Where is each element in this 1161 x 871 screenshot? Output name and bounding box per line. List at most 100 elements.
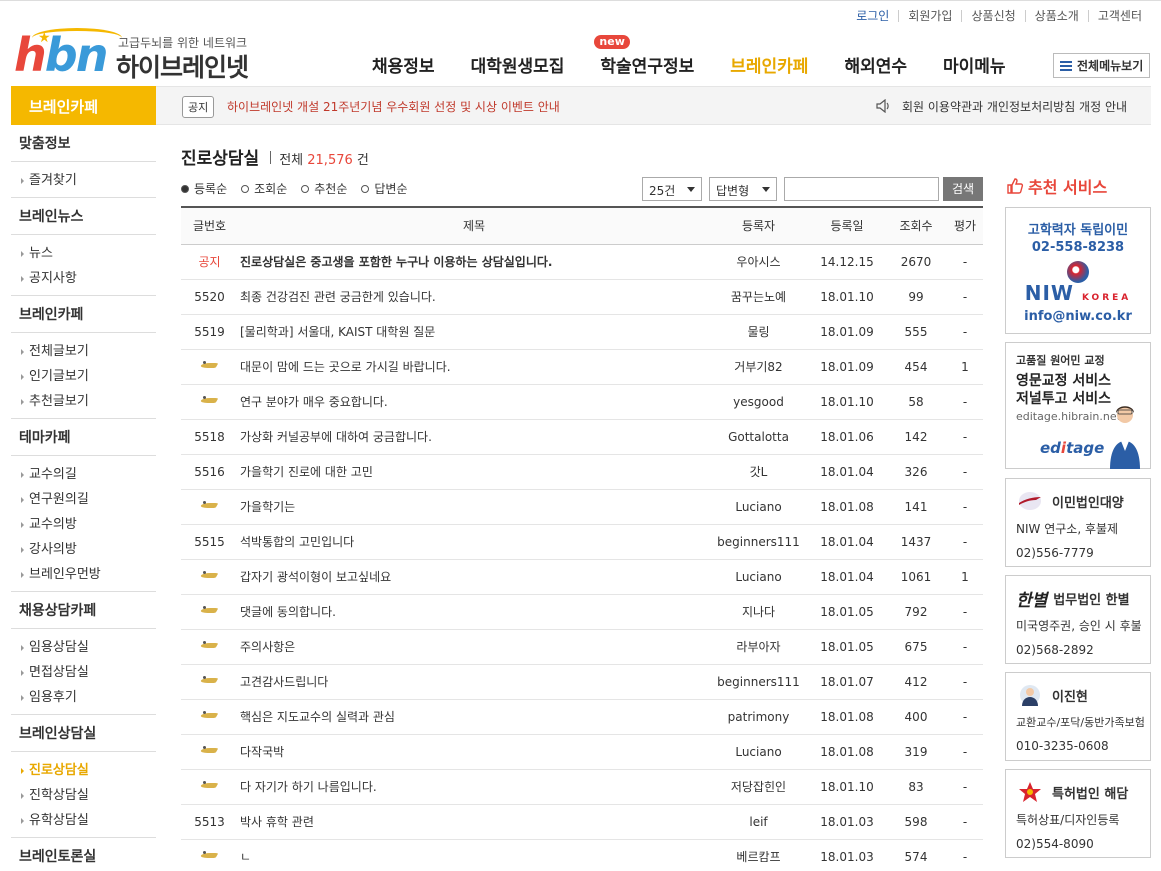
sidebar-item-appointment-counsel[interactable]: 임용상담실 bbox=[19, 635, 156, 660]
product-apply-link[interactable]: 상품신청 bbox=[961, 10, 1024, 22]
reply-row[interactable]: 다 자기가 하기 나름입니다. 저당잡힌인 18.01.10 83 - bbox=[181, 769, 983, 805]
product-intro-link[interactable]: 상품소개 bbox=[1024, 10, 1088, 22]
post-title-text[interactable]: 가을학기 진로에 대한 고민 bbox=[240, 465, 373, 479]
post-title-text[interactable]: 댓글에 동의합니다. bbox=[240, 605, 336, 619]
post-title-text[interactable]: 연구 분야가 매우 중요합니다. bbox=[240, 395, 388, 409]
post-title-text[interactable]: ㄴ bbox=[240, 850, 251, 864]
sidebar-item-interview-counsel[interactable]: 면접상담실 bbox=[19, 660, 156, 685]
reply-row[interactable]: 다작국박 Luciano 18.01.08 319 - bbox=[181, 734, 983, 770]
table-row[interactable]: 5513 박사 휴학 관련 leif 18.01.03 598 - bbox=[181, 804, 983, 840]
customer-center-link[interactable]: 고객센터 bbox=[1087, 10, 1151, 22]
login-link[interactable]: 로그인 bbox=[847, 10, 898, 22]
sort-by-answers[interactable]: 답변순 bbox=[361, 180, 408, 197]
nav-jobs[interactable]: 채용정보 bbox=[372, 52, 435, 77]
sidebar-item-news[interactable]: 뉴스 bbox=[19, 241, 156, 266]
post-title-text[interactable]: 박사 휴학 관련 bbox=[240, 815, 314, 829]
reply-row[interactable]: 연구 분야가 매우 중요합니다. yesgood 18.01.10 58 - bbox=[181, 384, 983, 420]
reply-row[interactable]: 대문이 맘에 드는 곳으로 가시길 바랍니다. 거부기82 18.01.09 454 1 bbox=[181, 349, 983, 385]
post-title-text[interactable]: 주의사항은 bbox=[240, 640, 295, 654]
sidebar-item-brainwoman-room[interactable]: 브레인우먼방 bbox=[19, 562, 156, 587]
notice-row[interactable]: 공지 진로상담실은 중고생을 포함한 누구나 이용하는 상담실입니다. 우아시스 14… bbox=[181, 244, 983, 280]
page-size-select[interactable]: 25건 bbox=[642, 177, 702, 201]
sidebar-item-all-posts[interactable]: 전체글보기 bbox=[19, 339, 156, 364]
post-title-text[interactable]: 최종 건강검진 관련 궁금한게 있습니다. bbox=[240, 290, 436, 304]
ad-daeyang[interactable]: 이민법인대양 NIW 연구소, 후불제 02)556-7779 bbox=[1005, 478, 1151, 567]
radio[interactable] bbox=[241, 184, 250, 193]
post-title[interactable]: [물리학과] 서울대, KAIST 대학원 질문 bbox=[238, 314, 708, 350]
sidebar-item-favorites[interactable]: 즐겨찾기 bbox=[19, 168, 156, 193]
post-title-text[interactable]: 고견감사드립니다 bbox=[240, 675, 328, 689]
sidebar-item-notices[interactable]: 공지사항 bbox=[19, 266, 156, 291]
nav-research-info[interactable]: new 학술연구정보 bbox=[594, 35, 694, 77]
post-title-text[interactable]: 대문이 맘에 드는 곳으로 가시길 바랍니다. bbox=[240, 360, 451, 374]
post-title[interactable]: 주의사항은 bbox=[238, 629, 708, 665]
post-title-text[interactable]: 다 자기가 하기 나름입니다. bbox=[240, 780, 377, 794]
post-title-text[interactable]: 진로상담실은 중고생을 포함한 누구나 이용하는 상담실입니다. bbox=[240, 255, 553, 269]
radio[interactable] bbox=[361, 184, 370, 193]
notice-link[interactable]: 하이브레인넷 개설 21주년기념 우수회원 선정 및 시상 이벤트 안내 bbox=[227, 98, 560, 115]
search-input[interactable] bbox=[784, 177, 939, 201]
post-title[interactable]: 고견감사드립니다 bbox=[238, 664, 708, 700]
ad-editage[interactable]: 고품질 원어민 교정 영문교정 서비스 저널투고 서비스 editage.hib… bbox=[1005, 342, 1151, 469]
sort-by-recommend[interactable]: 추천순 bbox=[301, 180, 347, 197]
post-title[interactable]: 가을학기는 bbox=[238, 489, 708, 525]
sidebar-item-professor-path[interactable]: 교수의길 bbox=[19, 462, 156, 487]
sidebar-group-brain-counsel[interactable]: 브레인상담실 bbox=[11, 715, 156, 752]
post-title[interactable]: ㄴ bbox=[238, 839, 708, 871]
sidebar-group-custom[interactable]: 맞춤정보 bbox=[11, 125, 156, 162]
post-title[interactable]: 석박통합의 고민입니다 bbox=[238, 524, 708, 560]
post-title-text[interactable]: 다작국박 bbox=[240, 745, 284, 759]
post-title-text[interactable]: [물리학과] 서울대, KAIST 대학원 질문 bbox=[240, 325, 435, 339]
sidebar-group-brain-cafe[interactable]: 브레인카페 bbox=[11, 296, 156, 333]
sidebar-item-career-counsel[interactable]: 진로상담실 bbox=[19, 758, 156, 783]
sidebar-item-popular[interactable]: 인기글보기 bbox=[19, 364, 156, 389]
sidebar-group-debate[interactable]: 브레인토론실 bbox=[11, 838, 156, 871]
post-title[interactable]: 핵심은 지도교수의 실력과 관심 bbox=[238, 699, 708, 735]
ad-lee-jinhyun[interactable]: 이진현 교환교수/포닥/동반가족보험 010-3235-0608 bbox=[1005, 672, 1151, 761]
reply-row[interactable]: 고견감사드립니다 beginners111 18.01.07 412 - bbox=[181, 664, 983, 700]
nav-overseas[interactable]: 해외연수 bbox=[844, 52, 907, 77]
search-button[interactable]: 검색 bbox=[943, 177, 983, 201]
ad-haedam[interactable]: 특허법인 해담 특허상표/디자인등록 02)554-8090 bbox=[1005, 769, 1151, 858]
sidebar-item-admission-counsel[interactable]: 진학상담실 bbox=[19, 783, 156, 808]
sidebar-item-lecturer-room[interactable]: 강사의방 bbox=[19, 537, 156, 562]
ad-hanbyeol[interactable]: 한별 법무법인 한별 미국영주권, 승인 시 후불 02)568-2892 bbox=[1005, 575, 1151, 664]
post-title[interactable]: 갑자기 광석이형이 보고싶네요 bbox=[238, 559, 708, 595]
nav-grad-recruit[interactable]: 대학원생모집 bbox=[471, 52, 565, 77]
table-row[interactable]: 5520 최종 건강검진 관련 궁금한게 있습니다. 꿈꾸는노예 18.01.10 99… bbox=[181, 279, 983, 315]
notice-right-link[interactable]: 회원 이용약관과 개인정보처리방침 개정 안내 bbox=[902, 98, 1127, 115]
reply-row[interactable]: 주의사항은 라부아자 18.01.05 675 - bbox=[181, 629, 983, 665]
post-title[interactable]: 박사 휴학 관련 bbox=[238, 804, 708, 840]
nav-my-menu[interactable]: 마이메뉴 bbox=[943, 52, 1006, 77]
table-row[interactable]: 5518 가상화 커널공부에 대하여 궁금합니다. Gottalotta 18.01.… bbox=[181, 419, 983, 455]
sort-by-views[interactable]: 조회순 bbox=[241, 180, 287, 197]
signup-link[interactable]: 회원가입 bbox=[898, 10, 961, 22]
table-row[interactable]: 5515 석박통합의 고민입니다 beginners111 18.01.04 1437 - bbox=[181, 524, 983, 560]
site-logo[interactable]: hbn ★ 고급두뇌를 위한 네트워크 하이브레인넷 bbox=[14, 28, 264, 82]
sidebar-group-hiring-cafe[interactable]: 채용상담카페 bbox=[11, 592, 156, 629]
table-row[interactable]: 5519 [물리학과] 서울대, KAIST 대학원 질문 물링 18.01.09 55… bbox=[181, 314, 983, 350]
radio-checked[interactable] bbox=[181, 184, 189, 193]
sidebar-item-recommended[interactable]: 추천글보기 bbox=[19, 389, 156, 414]
post-title[interactable]: 연구 분야가 매우 중요합니다. bbox=[238, 384, 708, 420]
post-title[interactable]: 가을학기 진로에 대한 고민 bbox=[238, 454, 708, 490]
reply-row[interactable]: ㄴ 베르캄프 18.01.03 574 - bbox=[181, 839, 983, 871]
radio[interactable] bbox=[301, 184, 310, 193]
post-title-text[interactable]: 석박통합의 고민입니다 bbox=[240, 535, 354, 549]
post-title[interactable]: 다 자기가 하기 나름입니다. bbox=[238, 769, 708, 805]
reply-row[interactable]: 가을학기는 Luciano 18.01.08 141 - bbox=[181, 489, 983, 525]
sidebar-item-study-abroad-counsel[interactable]: 유학상담실 bbox=[19, 808, 156, 833]
sidebar-item-appointment-review[interactable]: 임용후기 bbox=[19, 685, 156, 710]
sidebar-group-brain-news[interactable]: 브레인뉴스 bbox=[11, 198, 156, 235]
post-title-text[interactable]: 갑자기 광석이형이 보고싶네요 bbox=[240, 570, 391, 584]
post-title-text[interactable]: 가을학기는 bbox=[240, 500, 295, 514]
post-title[interactable]: 가상화 커널공부에 대하여 궁금합니다. bbox=[238, 419, 708, 455]
nav-brain-cafe[interactable]: 브레인카페 bbox=[730, 52, 808, 77]
view-type-select[interactable]: 답변형 bbox=[709, 177, 777, 201]
sort-by-registered[interactable]: 등록순 bbox=[181, 180, 227, 197]
all-menu-button[interactable]: 전체메뉴보기 bbox=[1053, 53, 1150, 78]
sidebar-item-professor-room[interactable]: 교수의방 bbox=[19, 512, 156, 537]
post-title[interactable]: 댓글에 동의합니다. bbox=[238, 594, 708, 630]
post-title-text[interactable]: 가상화 커널공부에 대하여 궁금합니다. bbox=[240, 430, 432, 444]
post-title[interactable]: 다작국박 bbox=[238, 734, 708, 770]
